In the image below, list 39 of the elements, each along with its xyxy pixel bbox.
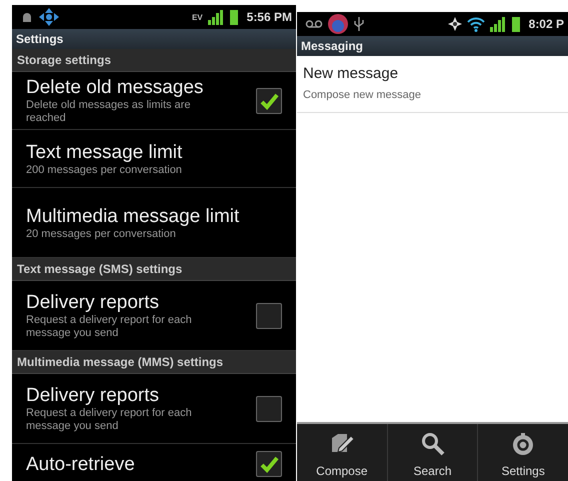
- setting-summary: 20 messages per conversation: [26, 228, 177, 240]
- signal-icon: [488, 16, 507, 32]
- clock: 5:56 PM: [246, 10, 292, 24]
- checkbox[interactable]: [256, 396, 282, 422]
- setting-title[interactable]: Delivery reports: [26, 384, 256, 407]
- checkbox[interactable]: [256, 302, 282, 328]
- search-icon: [420, 432, 446, 456]
- setting-title[interactable]: Multimedia message limit: [26, 204, 282, 228]
- screen-title: Settings: [12, 29, 296, 49]
- battery-icon: [510, 16, 521, 32]
- signal-icon: [206, 9, 225, 25]
- usb-icon: [353, 16, 365, 32]
- wifi-icon: [466, 16, 485, 32]
- setting-title[interactable]: Text message limit: [26, 140, 282, 164]
- compose-button[interactable]: Compose: [297, 424, 387, 481]
- setting-title[interactable]: Delete old messages: [26, 76, 256, 99]
- setting-title[interactable]: Auto-retrieve: [26, 452, 256, 476]
- clock: 8:02 P: [528, 17, 564, 31]
- setting-summary: Request a delivery report for each message you send: [26, 407, 193, 433]
- settings-button[interactable]: Settings: [477, 424, 568, 481]
- voicemail-icon: [305, 19, 323, 29]
- section-header: Text message (SMS) settings: [12, 258, 296, 281]
- checkbox[interactable]: [256, 451, 282, 477]
- checkbox[interactable]: [256, 88, 282, 114]
- setting-summary: Delete old messages as limits are reached: [26, 99, 192, 125]
- setting-title[interactable]: Delivery reports: [26, 291, 256, 314]
- screen-title: Messaging: [297, 36, 568, 56]
- list-item-title[interactable]: New message: [303, 64, 562, 84]
- section-header: Storage settings: [12, 49, 296, 72]
- battery-icon: [228, 9, 239, 25]
- setting-summary: Request a delivery report for each message you send: [26, 314, 193, 340]
- search-button[interactable]: Search: [386, 424, 478, 481]
- app-badge-icon: [327, 13, 349, 35]
- list-item-summary: Compose new message: [303, 89, 422, 101]
- gps-icon: [446, 16, 463, 32]
- network-type: EV: [192, 12, 203, 22]
- setting-summary: 200 messages per conversation: [26, 164, 183, 176]
- section-header: Multimedia message (MMS) settings: [12, 351, 296, 374]
- move-arrows-icon: [38, 7, 60, 27]
